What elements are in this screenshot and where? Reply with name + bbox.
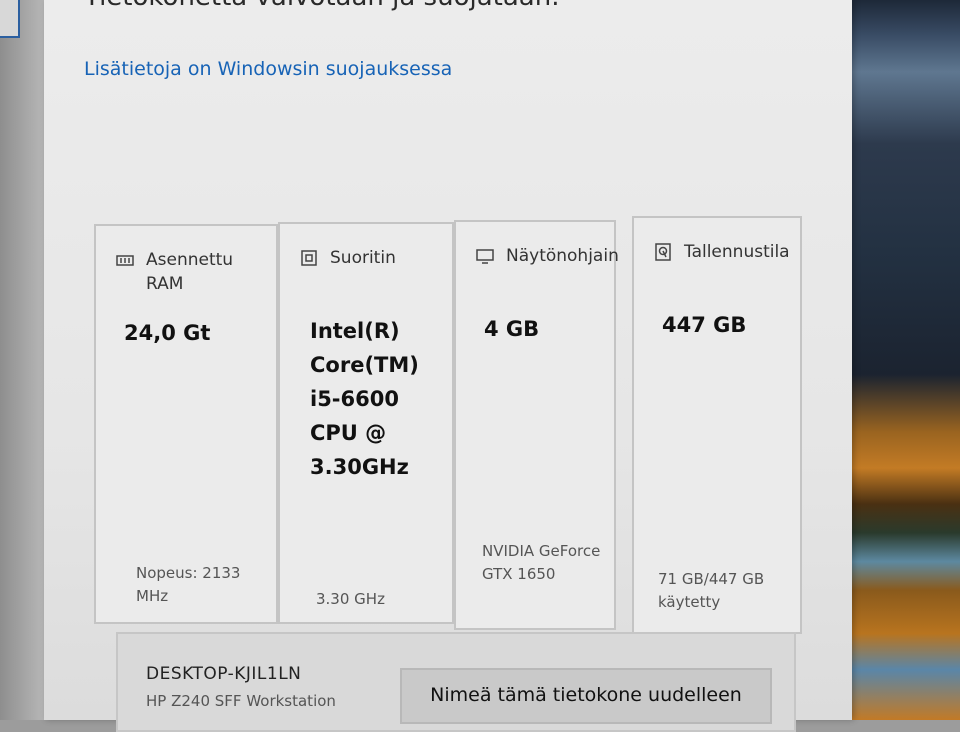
cpu-icon <box>301 250 317 266</box>
spec-tile-cpu: Suoritin Intel(R) Core(TM) i5-6600 CPU @… <box>278 222 454 624</box>
security-heading: Tietokonetta valvotaan ja suojataan. <box>84 0 559 12</box>
spec-title: Näytönohjain <box>506 246 619 266</box>
ram-icon <box>116 255 134 266</box>
device-model: HP Z240 SFF Workstation <box>146 692 336 710</box>
spec-title: Asennettu RAM <box>146 250 234 294</box>
storage-icon <box>655 243 671 261</box>
spec-tile-ram: Asennettu RAM 24,0 Gt Nopeus: 2133 MHz <box>94 224 278 624</box>
device-name: DESKTOP-KJIL1LN <box>146 664 302 684</box>
windows-security-link[interactable]: Lisätietoja on Windowsin suojauksessa <box>84 58 452 80</box>
monitor-icon <box>476 249 494 264</box>
spec-detail: NVIDIA GeForce GTX 1650 <box>482 542 601 583</box>
spec-value: 447 GB <box>662 313 747 337</box>
settings-window: Tietokonetta valvotaan ja suojataan. Lis… <box>44 0 852 732</box>
spec-tile-gpu: Näytönohjain 4 GB NVIDIA GeForce GTX 165… <box>454 220 619 630</box>
spec-detail: 3.30 GHz <box>316 590 385 608</box>
spec-value: 24,0 Gt <box>124 321 211 345</box>
rename-pc-button[interactable]: Nimeä tämä tietokone uudelleen <box>400 668 772 724</box>
spec-detail: 71 GB/447 GB käytetty <box>658 570 765 611</box>
background-window-control <box>0 0 20 38</box>
spec-title: Tallennustila <box>684 242 790 262</box>
spec-tile-storage: Tallennustila 447 GB 71 GB/447 GB käytet… <box>632 216 802 634</box>
device-name-bar: DESKTOP-KJIL1LN HP Z240 SFF Workstation … <box>116 632 796 732</box>
desktop-wallpaper <box>845 0 960 720</box>
spec-value: Intel(R) Core(TM) i5-6600 CPU @ 3.30GHz <box>310 319 419 479</box>
spec-value: 4 GB <box>484 317 540 341</box>
background-window-edge <box>0 0 46 720</box>
spec-title: Suoritin <box>330 248 396 268</box>
spec-detail: Nopeus: 2133 MHz <box>136 564 241 605</box>
